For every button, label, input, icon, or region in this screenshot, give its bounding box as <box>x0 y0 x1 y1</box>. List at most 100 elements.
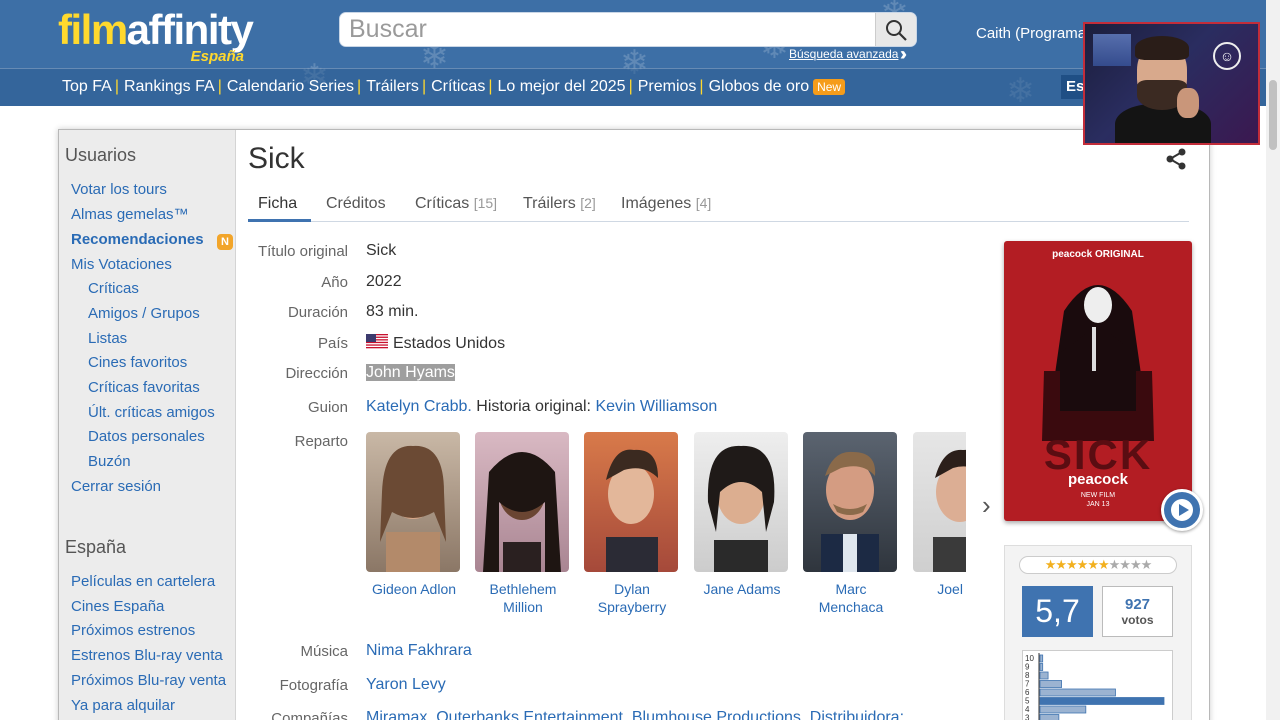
nav-calendario-series[interactable]: Calendario Series <box>227 78 354 96</box>
sidebar-item-datos-personales[interactable]: Datos personales <box>88 428 205 445</box>
actor-portrait-image <box>707 445 775 572</box>
nav-globos-de-oro[interactable]: Globos de oro <box>709 78 810 96</box>
webcam-background-window <box>1093 34 1131 66</box>
sidebar-item-buzon[interactable]: Buzón <box>88 453 131 470</box>
composer-link[interactable]: Nima Fakhrara <box>366 642 472 660</box>
actor-photo <box>803 432 897 572</box>
actor-name: Bethlehem Million <box>489 581 557 615</box>
poster-brand: peacock <box>1067 471 1129 488</box>
director-link[interactable]: John Hyams <box>366 364 455 381</box>
cinematographer-link[interactable]: Yaron Levy <box>366 676 446 694</box>
histogram-bar <box>1039 663 1044 671</box>
cast-card[interactable]: Marc Menchaca <box>803 432 899 616</box>
rating-histogram: 10 9 8 7 6 5 4 3 <box>1022 650 1173 720</box>
writer-link[interactable]: Katelyn Crabb. <box>366 398 472 415</box>
recommendations-new-badge: N <box>217 234 233 250</box>
sidebar-item-criticas[interactable]: Críticas <box>88 280 139 297</box>
cast-card[interactable]: Gideon Adlon <box>366 432 462 598</box>
rating-stars[interactable]: ★★★★★★★★★★ <box>1019 556 1177 574</box>
sidebar-item-estrenos-bluray[interactable]: Estrenos Blu-ray venta <box>71 647 223 664</box>
double-chevron-right-icon: ›› <box>900 44 907 64</box>
actor-portrait-image <box>933 449 966 572</box>
usa-flag-icon <box>366 334 388 349</box>
search-button[interactable] <box>875 13 916 46</box>
histogram-bar <box>1039 705 1087 714</box>
cast-carousel: Gideon Adlon Bethlehem Million Dylan Spr… <box>366 432 966 622</box>
actor-portrait-image <box>380 445 446 572</box>
label-original-title: Título original <box>257 243 348 260</box>
actor-portrait-image <box>483 452 561 572</box>
nav-premios[interactable]: Premios <box>638 78 697 96</box>
share-icon <box>1166 148 1186 170</box>
actor-photo <box>694 432 788 572</box>
actor-name: Dylan Sprayberry <box>597 581 667 615</box>
search-input[interactable] <box>340 13 876 46</box>
label-duration: Duración <box>287 304 348 321</box>
play-trailer-button[interactable] <box>1161 489 1203 531</box>
main-nav: Top FA | Rankings FA | Calendario Series | … <box>62 78 846 96</box>
sidebar-item-mis-votaciones[interactable]: Mis Votaciones <box>71 256 172 273</box>
site-logo[interactable]: filmaffinity España <box>58 8 268 68</box>
value-script: Katelyn Crabb. Historia original: Kevin … <box>366 398 717 416</box>
active-tab-indicator <box>248 219 311 222</box>
share-button[interactable] <box>1165 148 1187 175</box>
original-writer-link[interactable]: Kevin Williamson <box>595 398 717 415</box>
companies-links[interactable]: Miramax, Outerbanks Entertainment, Blumh… <box>366 709 904 720</box>
tab-imagenes[interactable]: Imágenes [4] <box>621 195 711 213</box>
chevron-right-icon[interactable]: › <box>982 490 991 521</box>
tab-trailers[interactable]: Tráilers [2] <box>523 195 596 213</box>
sidebar-item-criticas-favoritas[interactable]: Críticas favoritas <box>88 379 200 396</box>
sidebar-item-cines-espana[interactable]: Cines España <box>71 598 164 615</box>
sidebar-item-ult-criticas-amigos[interactable]: Últ. críticas amigos <box>88 404 215 421</box>
sidebar-heading-usuarios: Usuarios <box>65 145 137 165</box>
sidebar-item-proximos-estrenos[interactable]: Próximos estrenos <box>71 622 195 639</box>
cast-card[interactable]: Jane Adams <box>694 432 790 598</box>
nav-separator: | <box>114 78 119 95</box>
sidebar-item-cines-favoritos[interactable]: Cines favoritos <box>88 354 187 371</box>
nav-top-fa[interactable]: Top FA <box>62 78 112 96</box>
label-director: Dirección <box>285 365 348 382</box>
advanced-search-link[interactable]: Búsqueda avanzada <box>789 47 898 61</box>
sidebar-item-proximos-bluray[interactable]: Próximos Blu-ray venta <box>71 672 226 689</box>
movie-poster[interactable]: peacock ORIGINAL SICK peacock NEW FILM JA… <box>1004 241 1192 521</box>
scrollbar-thumb[interactable] <box>1269 80 1277 150</box>
cast-card[interactable]: Bethlehem Million <box>475 432 571 616</box>
user-menu[interactable]: Caith (Programa <box>976 25 1086 42</box>
histogram-bar <box>1039 654 1044 663</box>
tab-creditos[interactable]: Créditos <box>326 195 386 213</box>
votes-label: votos <box>1121 613 1154 627</box>
sidebar-heading-espana: España <box>65 537 127 557</box>
actor-photo <box>913 432 966 572</box>
actor-photo <box>584 432 678 572</box>
actor-name: Jane Adams <box>703 581 781 597</box>
histogram-bar <box>1039 714 1060 720</box>
value-year: 2022 <box>366 273 402 290</box>
stars-filled: ★★★★★★ <box>1044 557 1110 572</box>
sidebar-item-listas[interactable]: Listas <box>88 330 127 347</box>
sidebar-item-votar-tours[interactable]: Votar los tours <box>71 181 167 198</box>
tab-ficha[interactable]: Ficha <box>258 195 297 213</box>
nav-criticas[interactable]: Críticas <box>431 78 485 96</box>
play-icon <box>1171 499 1193 521</box>
nav-separator: | <box>421 78 427 95</box>
search-icon <box>886 19 907 41</box>
sidebar-item-amigos-grupos[interactable]: Amigos / Grupos <box>88 305 200 322</box>
sidebar-item-recomendaciones[interactable]: Recomendaciones <box>71 231 204 248</box>
nav-separator: | <box>357 78 362 95</box>
sidebar-item-cerrar-sesion[interactable]: Cerrar sesión <box>71 478 161 495</box>
nav-trailers[interactable]: Tráilers <box>366 78 419 96</box>
nav-separator: | <box>488 78 493 95</box>
sidebar-item-alquilar[interactable]: Ya para alquilar <box>71 697 175 714</box>
tab-criticas[interactable]: Críticas [15] <box>415 195 497 213</box>
actor-portrait-image <box>606 449 658 572</box>
nav-separator: | <box>628 78 633 95</box>
nav-lo-mejor[interactable]: Lo mejor del 2025 <box>497 78 625 96</box>
cast-card[interactable]: Joel Co <box>913 432 966 598</box>
page-title: Sick <box>248 142 305 175</box>
cast-card[interactable]: Dylan Sprayberry <box>584 432 680 616</box>
sidebar-item-cartelera[interactable]: Películas en cartelera <box>71 573 215 590</box>
page-scrollbar[interactable] <box>1266 0 1280 720</box>
histogram-bar <box>1039 688 1116 697</box>
nav-rankings-fa[interactable]: Rankings FA <box>124 78 215 96</box>
sidebar-item-almas-gemelas[interactable]: Almas gemelas™ <box>71 206 189 223</box>
